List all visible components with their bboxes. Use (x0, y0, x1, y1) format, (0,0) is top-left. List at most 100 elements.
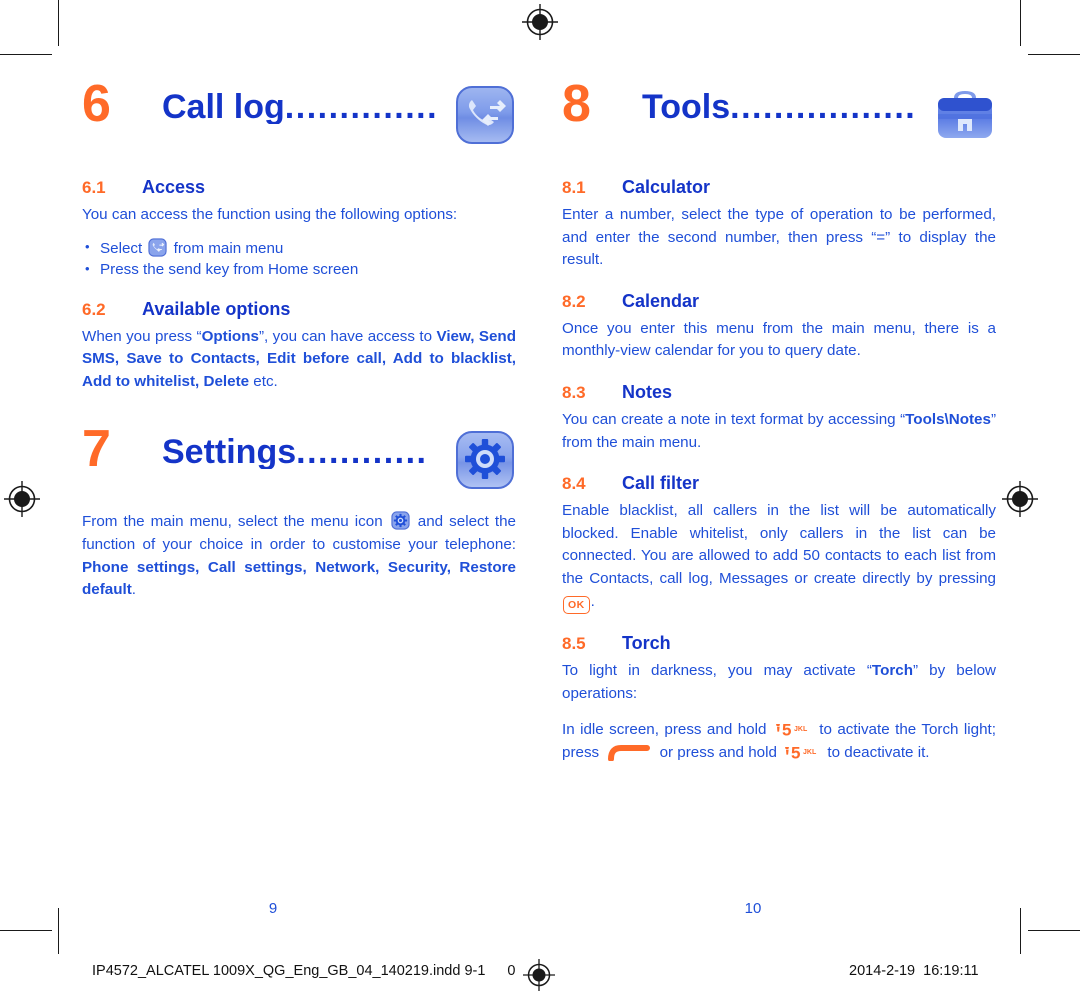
call-log-icon (454, 84, 516, 146)
chapter-title-text: Settings (162, 435, 297, 470)
chapter-title-text: Call log (162, 90, 285, 124)
footer-time: 16:19:11 (923, 963, 979, 979)
svg-text:JKL: JKL (803, 749, 817, 756)
chapter-number: 6 (82, 75, 111, 133)
para-bold: Phone settings, Call settings, Network, … (82, 558, 516, 599)
chapter-title: Settings............ (162, 435, 452, 469)
5-jkl-key-icon: 5 JKL (783, 742, 821, 762)
footer-date: 2014-2-19 (849, 963, 916, 979)
chapter-number: 7 (82, 420, 111, 479)
section-8-5-paragraph-2: In idle screen, press and hold 5 JKL to … (562, 719, 996, 764)
crop-mark-bottom-left-h (0, 930, 52, 931)
para-part: In idle screen, press and hold (562, 721, 772, 739)
section-number: 8.5 (562, 634, 586, 654)
settings-intro-paragraph: From the main menu, select the menu icon (82, 511, 516, 601)
section-number: 8.4 (562, 474, 586, 494)
chapter-heading-call-log: 6 Call log.............. (82, 78, 516, 158)
svg-text:5: 5 (791, 743, 800, 762)
bullet-text-before: Select (100, 239, 147, 257)
section-title: Calculator (622, 177, 711, 197)
document-spread: 6 Call log.............. 6.1 Access You … (56, 44, 1022, 928)
chapter-heading-tools: 8 Tools................. (562, 78, 996, 158)
section-title: Access (142, 177, 206, 197)
footer-page-range-right: 0 (507, 963, 516, 979)
crop-mark-top-left-h (0, 54, 52, 55)
section-6-2-paragraph: When you press “Options”, you can have a… (82, 326, 516, 394)
bullet-text-after: from main menu (169, 239, 284, 257)
crop-mark-top-left-v (58, 0, 59, 46)
section-heading-8-3: 8.3 Notes (562, 383, 996, 402)
section-number: 8.1 (562, 178, 586, 197)
section-8-3-paragraph: You can create a note in text format by … (562, 409, 996, 454)
section-number: 6.1 (82, 178, 106, 197)
para-part: From the main menu, select the menu icon (82, 513, 389, 531)
section-number: 8.2 (562, 291, 586, 311)
print-footer: IP4572_ALCATEL 1009X_QG_Eng_GB_04_140219… (0, 959, 1080, 999)
crop-mark-top-right-v (1020, 0, 1021, 46)
crop-mark-top-right-h (1028, 54, 1080, 55)
section-heading-8-2: 8.2 Calendar (562, 292, 996, 311)
para-part: . (590, 592, 595, 610)
section-title: Call filter (622, 473, 700, 494)
settings-small-icon (391, 511, 410, 530)
section-number: 8.3 (562, 382, 586, 402)
page-number-left: 9 (268, 900, 278, 917)
chapter-title: Tools................. (642, 90, 932, 124)
para-part: To light in darkness, you may activate “ (562, 662, 872, 680)
para-part: When you press “ (82, 327, 202, 345)
list-item: Press the send key from Home screen (82, 259, 516, 280)
left-page-column: 6 Call log.............. 6.1 Access You … (82, 78, 516, 613)
registration-mark-left (2, 479, 42, 519)
bullet-text: Press the send key from Home screen (100, 260, 359, 278)
5-jkl-key-icon: 5 JKL (774, 719, 812, 740)
right-page-column: 8 Tools................. 8.1 Calculator … (562, 78, 996, 775)
registration-mark-footer (522, 958, 556, 992)
chapter-title: Call log.............. (162, 90, 452, 124)
para-part: etc. (249, 372, 278, 390)
crop-mark-bottom-right-h (1028, 930, 1080, 931)
section-title: Torch (622, 633, 671, 654)
chapter-title-text: Tools (642, 90, 731, 124)
para-bold: Options (201, 327, 259, 345)
settings-gear-icon (454, 429, 516, 491)
section-heading-8-5: 8.5 Torch (562, 634, 996, 653)
section-title: Calendar (622, 290, 700, 311)
page-number-right: 10 (744, 900, 762, 917)
section-title: Available options (142, 298, 291, 319)
chapter-number: 8 (562, 75, 591, 133)
section-heading-6-2: 6.2 Available options (82, 300, 516, 319)
para-part: to deactivate it. (823, 743, 930, 761)
section-heading-8-1: 8.1 Calculator (562, 178, 996, 197)
footer-filename-text: IP4572_ALCATEL 1009X_QG_Eng_GB_04_140219… (92, 963, 461, 979)
chapter-title-dots: ................. (730, 90, 917, 124)
footer-filename: IP4572_ALCATEL 1009X_QG_Eng_GB_04_140219… (92, 963, 516, 979)
chapter-heading-settings: 7 Settings............ (82, 423, 516, 503)
footer-page-range-left: 9-1 (464, 963, 486, 979)
section-8-4-paragraph: Enable blacklist, all callers in the lis… (562, 500, 996, 615)
svg-text:5: 5 (782, 721, 791, 740)
para-part: ”, you can have access to (258, 327, 437, 345)
registration-mark-top (520, 2, 560, 42)
section-8-5-paragraph-1: To light in darkness, you may activate “… (562, 660, 996, 705)
section-number: 6.2 (82, 299, 106, 319)
para-bold: Tools\Notes (905, 410, 991, 428)
list-item: Select from main menu (82, 237, 516, 259)
section-6-1-intro: You can access the function using the fo… (82, 206, 458, 223)
para-part: . (131, 581, 137, 599)
para-part: Enable blacklist, all callers in the lis… (562, 502, 996, 587)
section-title: Notes (622, 381, 673, 402)
para-part: or press and hold (655, 743, 782, 761)
section-heading-6-1: 6.1 Access (82, 178, 516, 197)
para-bold: Torch (871, 662, 913, 680)
section-heading-8-4: 8.4 Call filter (562, 474, 996, 493)
section-8-1-paragraph: Enter a number, select the type of opera… (562, 206, 996, 269)
footer-timestamp: 2014-2-19 16:19:11 (849, 963, 979, 979)
chapter-title-dots: .............. (284, 90, 439, 124)
toolbox-icon (934, 84, 996, 146)
chapter-title-dots: ............ (296, 435, 428, 470)
end-call-key-icon (607, 743, 651, 762)
svg-text:JKL: JKL (794, 726, 808, 733)
access-options-list: Select from main menu Press the send key… (82, 237, 516, 280)
call-log-small-icon (148, 237, 168, 257)
section-8-2-paragraph: Once you enter this menu from the main m… (562, 319, 996, 360)
